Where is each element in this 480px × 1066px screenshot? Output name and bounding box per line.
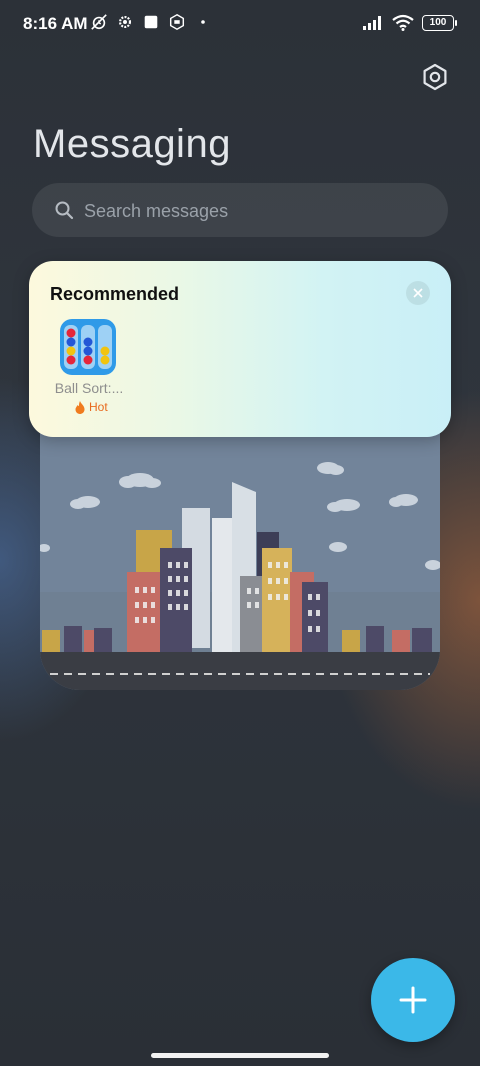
recommended-title: Recommended xyxy=(50,284,180,304)
close-icon xyxy=(413,288,423,298)
signal-icon xyxy=(363,15,381,30)
settings-hexagon-icon[interactable] xyxy=(420,62,450,92)
hot-badge-label: Hot xyxy=(89,400,108,414)
recommended-close-button[interactable] xyxy=(406,281,430,305)
search-input[interactable] xyxy=(82,183,436,239)
settings-gear-icon xyxy=(118,15,132,29)
plus-icon xyxy=(399,986,427,1014)
hexagon-app-icon xyxy=(169,13,185,31)
status-notification-icons xyxy=(90,13,212,31)
recommended-card: Recommended Ball Sort:... Hot xyxy=(29,261,451,437)
battery-level: 100 xyxy=(429,17,447,28)
wifi-icon xyxy=(392,14,414,31)
battery-icon: 100 xyxy=(422,14,457,31)
home-indicator[interactable] xyxy=(151,1053,329,1058)
ball-sort-app-icon xyxy=(60,319,116,375)
search-icon xyxy=(55,201,74,220)
status-bar: 8:16 AM 100 xyxy=(0,0,480,48)
status-system-icons: 100 xyxy=(362,14,457,31)
mute-alarm-icon xyxy=(91,14,107,30)
status-time: 8:16 AM xyxy=(23,14,88,33)
search-bar[interactable] xyxy=(32,183,448,239)
new-message-button[interactable] xyxy=(371,958,455,1042)
app-name: Ball Sort:... xyxy=(54,380,124,396)
hot-badge: Hot xyxy=(74,400,108,414)
square-notification-icon xyxy=(144,15,158,29)
page-title: Messaging xyxy=(33,122,231,166)
empty-state-city-illustration xyxy=(40,412,440,690)
recommended-app-ball-sort[interactable]: Ball Sort:... Hot xyxy=(49,317,129,422)
fire-icon xyxy=(75,400,85,414)
dot-icon xyxy=(201,20,205,24)
